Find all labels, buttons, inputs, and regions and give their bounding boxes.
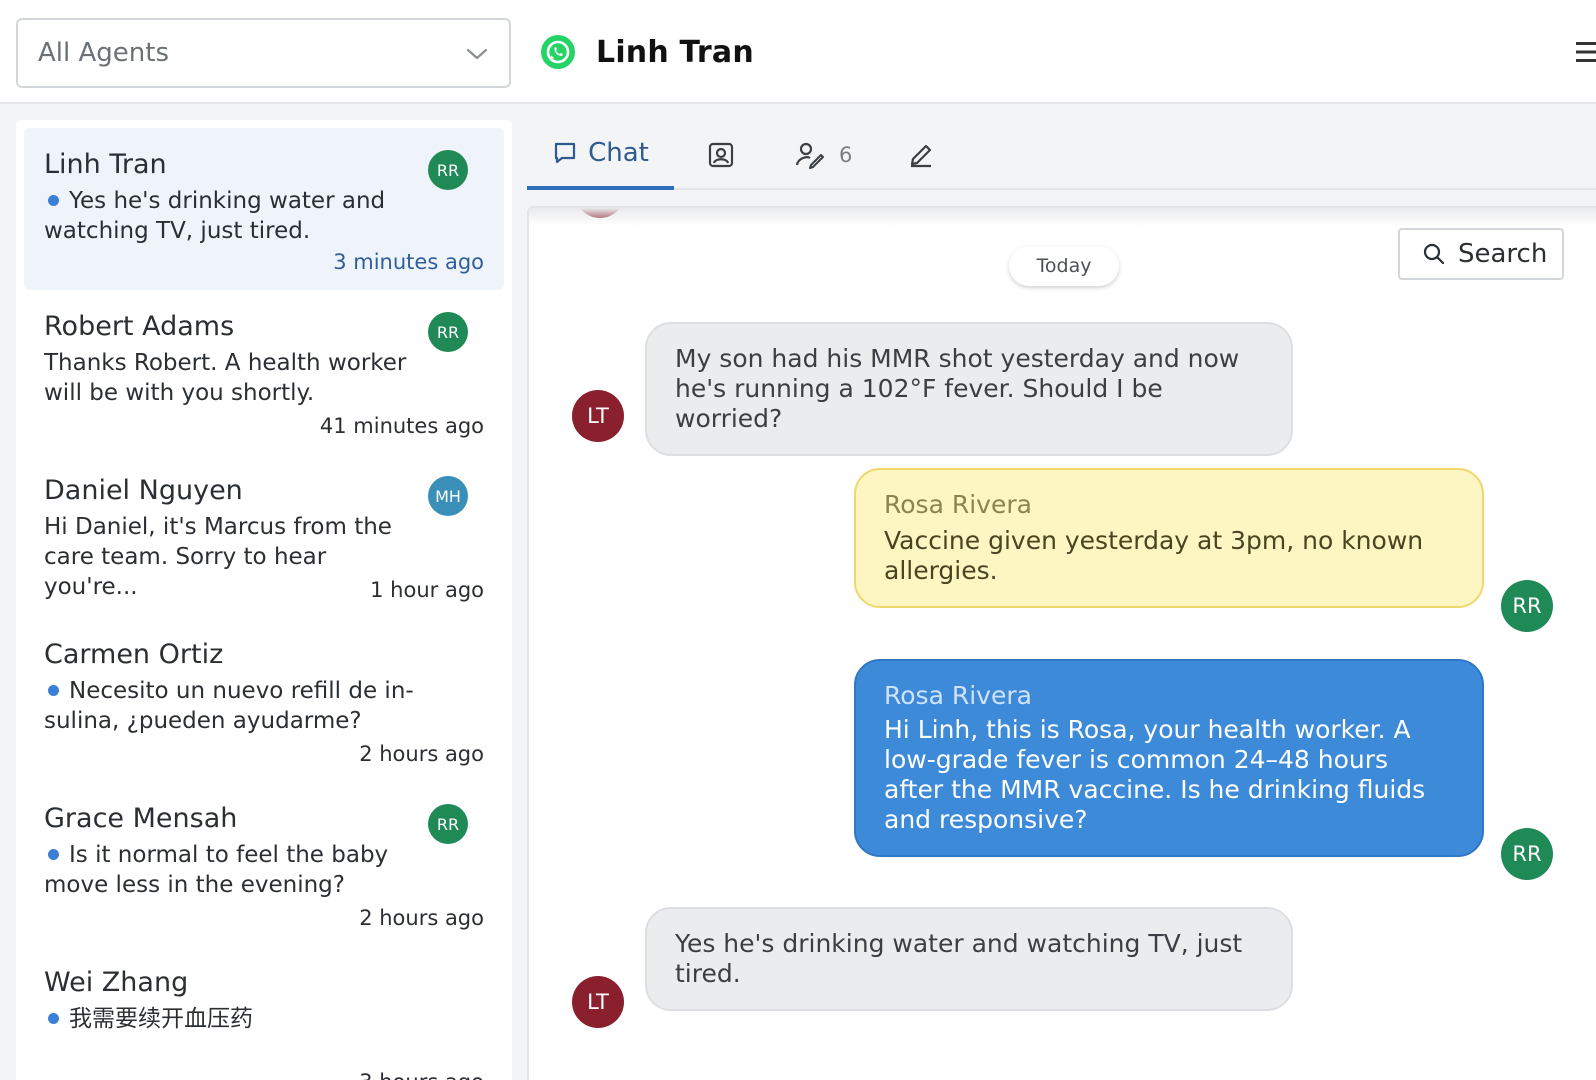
conversation-name: Robert Adams xyxy=(44,311,235,342)
message-text: My son had his MMR shot yesterday and no… xyxy=(675,344,1240,433)
unread-dot xyxy=(48,848,59,860)
message-incoming: Yes he's drinking water and watching TV,… xyxy=(645,907,1293,1011)
message-text: Yes he's drinking water and watching TV,… xyxy=(675,929,1243,988)
agent-avatar: RR xyxy=(428,804,468,844)
menu-icon[interactable] xyxy=(1576,40,1596,64)
chat-bubble-icon xyxy=(555,142,576,164)
tab-chat[interactable]: Chat xyxy=(527,120,674,190)
unread-dot xyxy=(48,194,59,206)
conversation-preview: 我需要续开血压药 xyxy=(69,1006,253,1032)
chat-panel[interactable]: Today Search My son had his MMR shot yes… xyxy=(527,206,1596,1080)
message-outgoing: Rosa Rivera Hi Linh, this is Rosa, your … xyxy=(854,659,1484,857)
agent-avatar: MH xyxy=(428,476,468,516)
search-icon xyxy=(1423,243,1445,265)
avatar: RR xyxy=(1501,828,1553,880)
conversation-time: 2 hours ago xyxy=(359,742,484,766)
conversation-time: 3 hours ago xyxy=(359,1070,484,1080)
conversation-item[interactable]: Carmen Ortiz Necesito un nuevo refill de… xyxy=(24,618,504,782)
message-internal-note: Rosa Rivera Vaccine given yesterday at 3… xyxy=(854,468,1484,608)
conversation-preview: Hi Daniel, it's Marcus from the care tea… xyxy=(44,514,392,600)
conversation-time: 2 hours ago xyxy=(359,906,484,930)
contact-header: Linh Tran xyxy=(540,30,754,74)
contact-card-icon xyxy=(708,142,734,168)
agent-filter-value: All Agents xyxy=(38,38,170,68)
conversation-preview: Thanks Robert. A health worker will be w… xyxy=(44,350,407,406)
contact-name: Linh Tran xyxy=(596,34,754,70)
message-author: Rosa Rivera xyxy=(884,681,1032,710)
conversation-item[interactable]: Linh Tran Yes he's drinking water and wa… xyxy=(24,128,504,290)
tab-notes[interactable] xyxy=(907,120,935,190)
tab-chat-label: Chat xyxy=(588,138,649,168)
user-edit-icon xyxy=(795,142,824,169)
agent-avatar: RR xyxy=(428,312,468,352)
chevron-down-icon xyxy=(466,48,488,60)
pencil-icon xyxy=(910,144,932,168)
search-label: Search xyxy=(1458,239,1548,269)
avatar: LT xyxy=(572,976,624,1028)
message-text: Hi Linh, this is Rosa, your health worke… xyxy=(884,715,1426,834)
unread-dot xyxy=(48,1012,59,1024)
conversation-time: 3 minutes ago xyxy=(333,250,484,274)
conversation-time: 41 minutes ago xyxy=(319,414,484,438)
top-bar: All Agents Linh Tran xyxy=(0,0,1596,104)
conversation-name: Linh Tran xyxy=(44,149,167,180)
conversation-name: Wei Zhang xyxy=(44,967,189,998)
conversation-item[interactable]: Robert Adams Thanks Robert. A health wor… xyxy=(24,290,504,454)
conversation-item[interactable]: Grace Mensah Is it normal to feel the ba… xyxy=(24,782,504,946)
conversation-tabs: Chat 6 xyxy=(527,120,1596,190)
message-incoming: My son had his MMR shot yesterday and no… xyxy=(645,322,1293,456)
conversation-list: Linh Tran Yes he's drinking water and wa… xyxy=(16,120,512,1080)
conversation-name: Carmen Ortiz xyxy=(44,639,224,670)
message-author: Rosa Rivera xyxy=(884,490,1032,519)
unread-dot xyxy=(48,684,59,696)
agent-filter-select[interactable]: All Agents xyxy=(16,18,511,88)
conversation-preview: Yes he's drinking water and watching TV,… xyxy=(44,188,386,244)
whatsapp-icon xyxy=(541,35,575,69)
conversation-time: 1 hour ago xyxy=(370,578,484,602)
conversation-preview: Is it normal to feel the baby move less … xyxy=(44,842,389,898)
conversation-item[interactable]: Wei Zhang 我需要续开血压药 3 hours ago xyxy=(24,946,504,1080)
avatar: LT xyxy=(572,390,624,442)
conversation-item[interactable]: Daniel Nguyen Hi Daniel, it's Marcus fro… xyxy=(24,454,504,618)
search-button[interactable]: Search xyxy=(1398,228,1564,280)
tab-contact[interactable] xyxy=(707,120,735,190)
date-divider: Today xyxy=(1009,246,1119,286)
tasks-count: 6 xyxy=(839,143,853,167)
conversation-name: Grace Mensah xyxy=(44,803,238,834)
agent-avatar: RR xyxy=(428,150,468,190)
tab-tasks[interactable]: 6 xyxy=(795,120,852,190)
avatar: RR xyxy=(1501,580,1553,632)
scroll-shadow xyxy=(529,208,1596,226)
message-text: Vaccine given yesterday at 3pm, no known… xyxy=(884,526,1424,585)
conversation-preview: Necesito un nuevo refill de in-sulina, ¿… xyxy=(44,678,414,734)
conversation-name: Daniel Nguyen xyxy=(44,475,243,506)
